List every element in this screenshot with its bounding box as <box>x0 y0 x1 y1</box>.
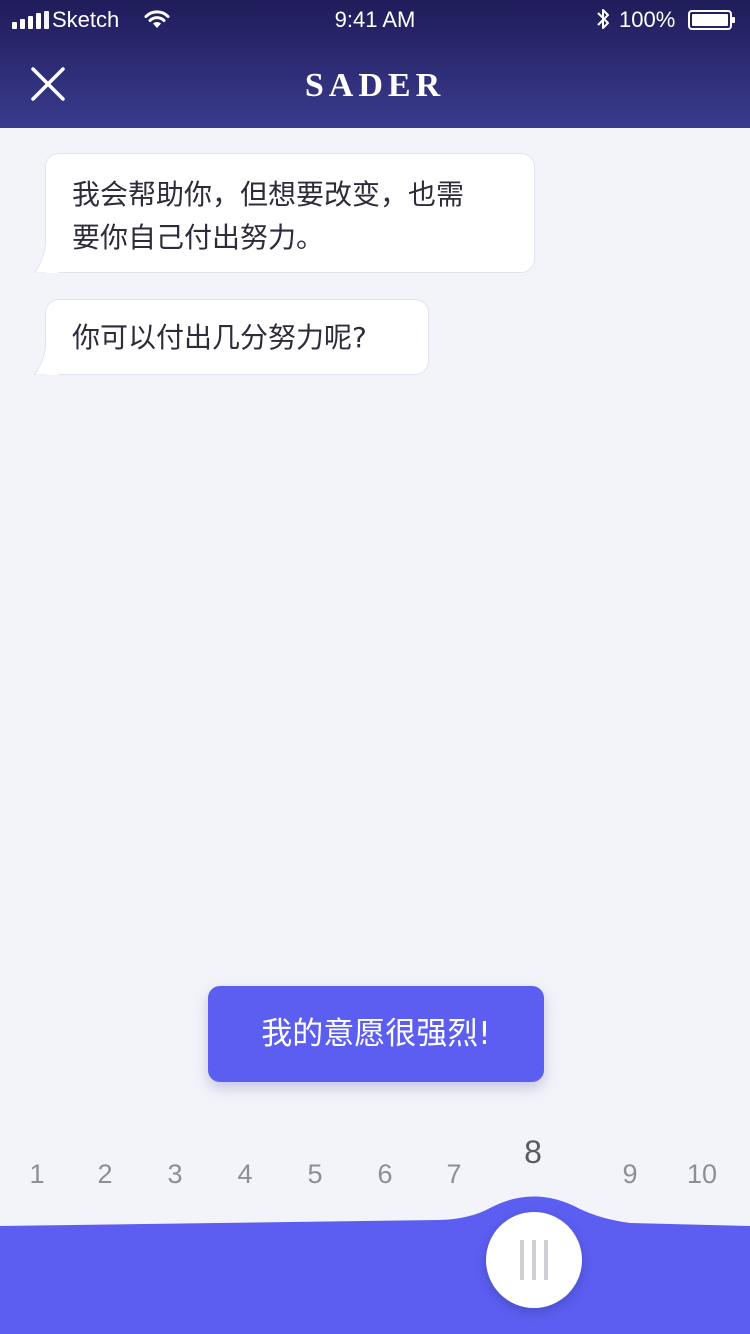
bubble-tail <box>33 239 58 273</box>
scale-number-9[interactable]: 9 <box>605 1158 655 1190</box>
scale-number-5[interactable]: 5 <box>290 1158 340 1190</box>
scale-number-4[interactable]: 4 <box>220 1158 270 1190</box>
grip-icon <box>520 1240 548 1280</box>
app-title: SADER <box>304 67 446 104</box>
scale-number-1[interactable]: 1 <box>12 1158 62 1190</box>
message-text: 你可以付出几分努力呢? <box>72 321 367 354</box>
header: Sketch 9:41 AM 100% SADER <box>0 0 750 128</box>
scale-number-3[interactable]: 3 <box>150 1158 200 1190</box>
scale-number-10[interactable]: 10 <box>677 1158 727 1190</box>
message-text-line: 要你自己付出努力。 <box>72 221 325 254</box>
scale-number-2[interactable]: 2 <box>80 1158 130 1190</box>
answer-button[interactable]: 我的意愿很强烈! <box>208 986 544 1082</box>
chat-bubble: 你可以付出几分努力呢? <box>33 299 429 375</box>
slider-track[interactable] <box>0 1190 750 1334</box>
status-bar: Sketch 9:41 AM 100% <box>0 0 750 40</box>
slider-knob[interactable] <box>486 1212 582 1308</box>
scale-number-7[interactable]: 7 <box>429 1158 479 1190</box>
chat-bubble: 我会帮助你，但想要改变，也需 要你自己付出努力。 <box>33 153 535 273</box>
message-text-line: 我会帮助你，但想要改变，也需 <box>72 178 465 211</box>
bluetooth-icon <box>597 9 609 29</box>
battery-icon <box>688 10 735 30</box>
battery-percentage: 100% <box>619 7 676 32</box>
scale-number-8-selected[interactable]: 8 <box>508 1136 558 1168</box>
bubble-tail <box>33 341 58 375</box>
scale-number-6[interactable]: 6 <box>360 1158 410 1190</box>
